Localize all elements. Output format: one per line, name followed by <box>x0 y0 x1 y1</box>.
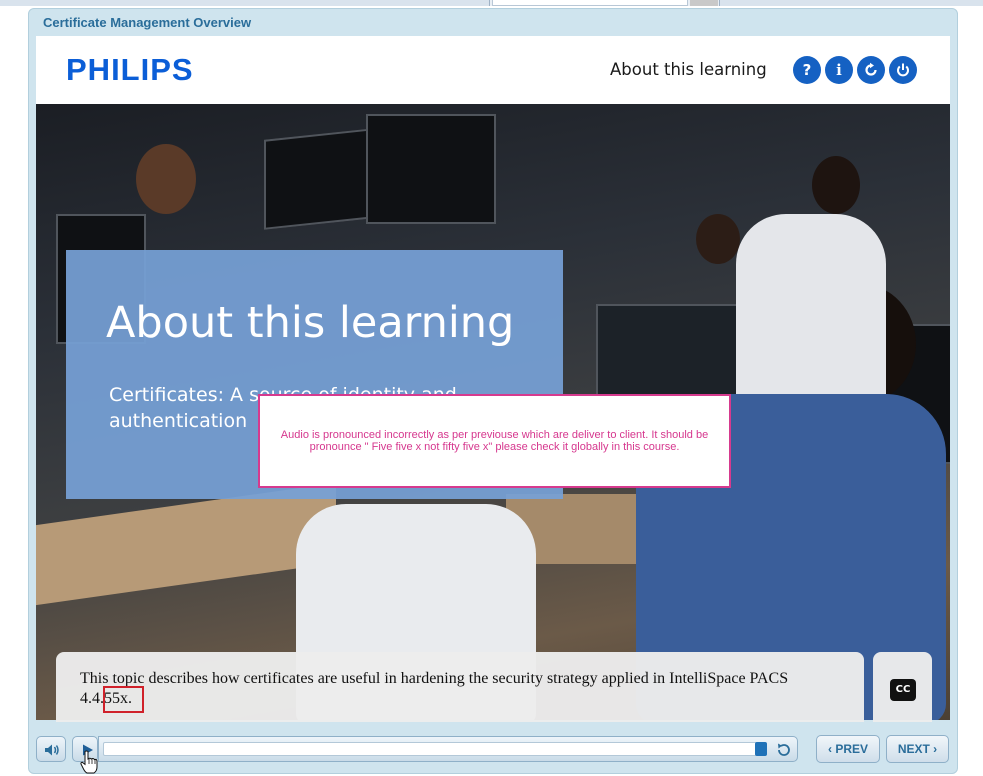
closed-captions-button[interactable]: CC <box>890 679 916 701</box>
exit-button[interactable] <box>889 56 917 84</box>
progress-handle[interactable] <box>755 742 767 756</box>
caption-text: This topic describes how certificates ar… <box>80 670 789 707</box>
course-header: PHILIPS About this learning ? i <box>36 36 950 104</box>
philips-logo: PHILIPS <box>66 52 194 87</box>
browser-tab-strip <box>0 0 983 6</box>
replay-icon[interactable] <box>775 741 793 759</box>
browser-tab[interactable] <box>0 0 490 6</box>
help-icon: ? <box>802 61 812 79</box>
refresh-icon <box>865 62 877 76</box>
prev-button[interactable]: ‹ PREV <box>816 735 880 763</box>
next-button[interactable]: NEXT › <box>886 735 949 763</box>
window-title: Certificate Management Overview <box>43 15 252 30</box>
review-highlight-box <box>103 686 144 713</box>
header-title: About this learning <box>610 60 767 79</box>
restart-button[interactable] <box>857 56 885 84</box>
progress-track <box>103 742 757 756</box>
cc-panel: CC <box>873 652 932 722</box>
progress-bar[interactable] <box>98 736 798 762</box>
power-icon <box>897 63 909 77</box>
review-comment-text: Audio is pronounced incorrectly as per p… <box>280 429 709 453</box>
browser-tab-separator <box>690 0 718 6</box>
speaker-icon <box>45 744 59 756</box>
volume-button[interactable] <box>36 736 66 762</box>
caption-panel: This topic describes how certificates ar… <box>56 652 864 722</box>
hand-cursor-icon <box>80 750 98 774</box>
slide-heading: About this learning <box>106 298 515 348</box>
review-comment-box: Audio is pronounced incorrectly as per p… <box>258 394 731 488</box>
browser-tab-active[interactable] <box>492 0 688 6</box>
info-button[interactable]: i <box>825 56 853 84</box>
help-button[interactable]: ? <box>793 56 821 84</box>
info-icon: i <box>836 61 842 79</box>
browser-tab[interactable] <box>719 0 983 6</box>
playback-controls: ‹ PREV NEXT › <box>28 722 958 776</box>
